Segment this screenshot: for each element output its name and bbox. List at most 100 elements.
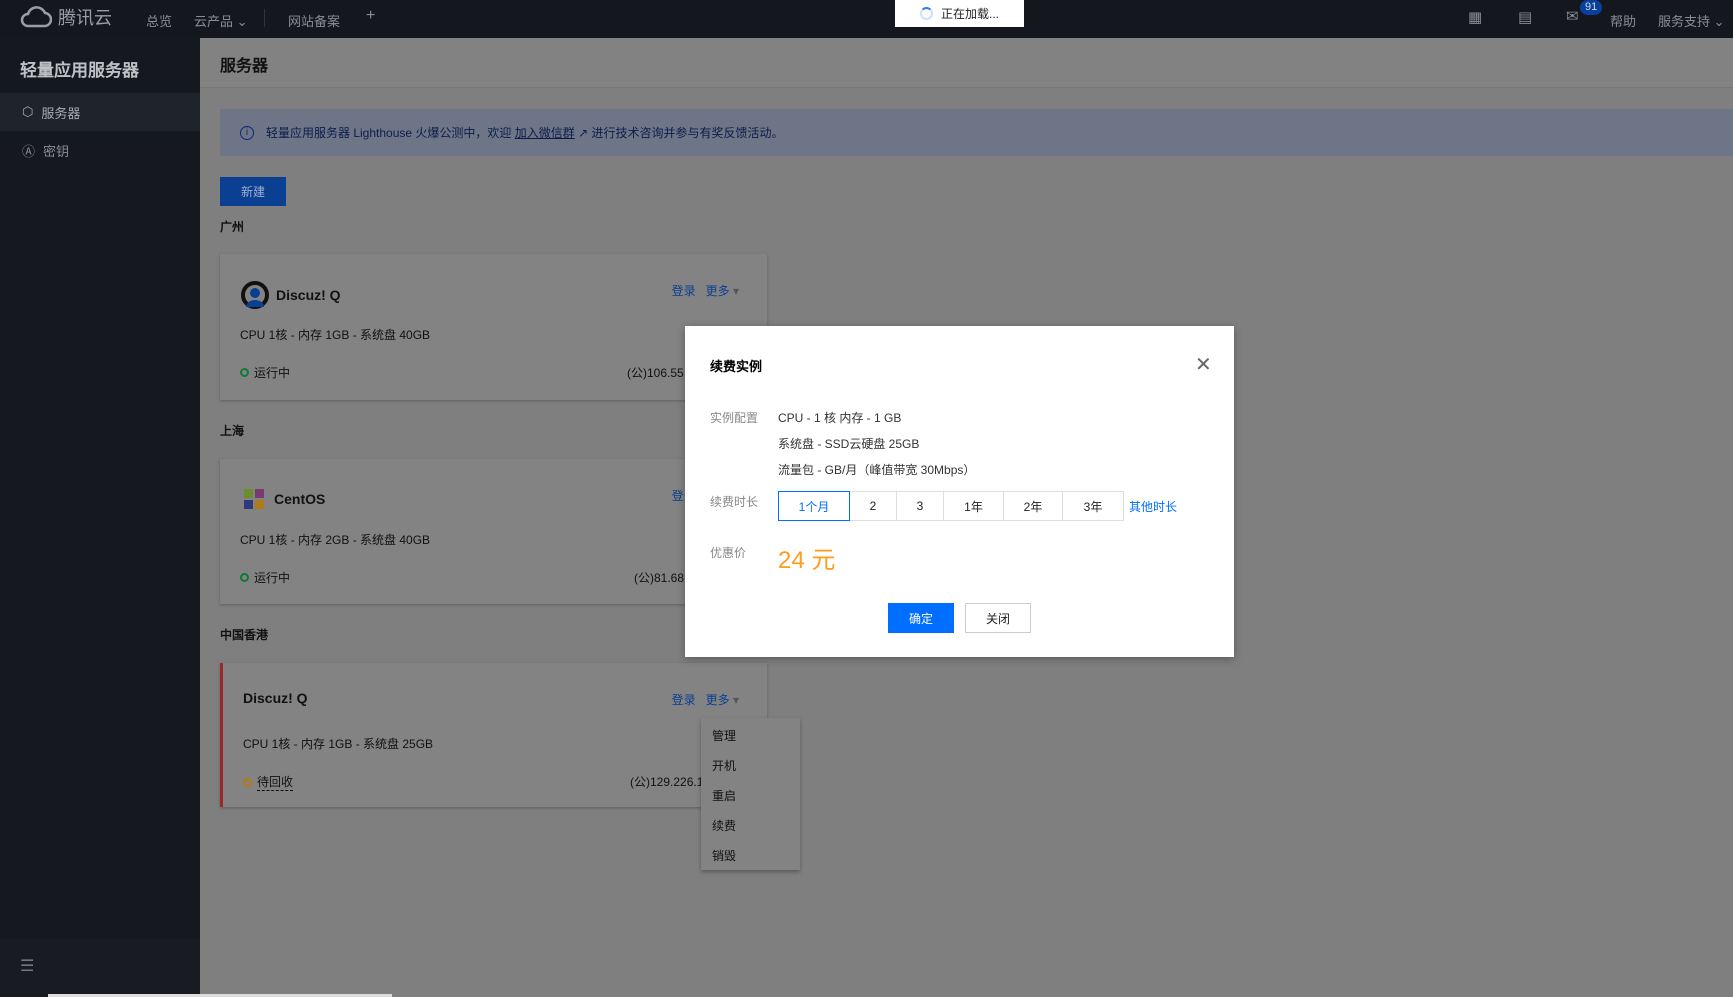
duration-label: 续费时长 (710, 495, 759, 509)
config-label: 实例配置 (710, 411, 759, 425)
menu-item-manage[interactable]: 管理 (701, 724, 800, 754)
chevron-down-icon: ⌄ (236, 14, 248, 29)
banner-text: 轻量应用服务器 Lighthouse 火爆公测中，欢迎 加入微信群 ↗ 进行技术… (266, 124, 784, 141)
status-text: 运行中 (254, 366, 291, 380)
instance-status: 运行中 (240, 569, 290, 586)
instance-name: Discuz! Q (240, 280, 341, 310)
menu-collapse-icon: ☰ (20, 958, 35, 975)
instance-name-text: Discuz! Q (276, 287, 341, 303)
new-instance-button[interactable]: 新建 (220, 177, 286, 206)
info-icon: i (240, 125, 254, 140)
top-nav-bar: 腾讯云 总览 云产品 ⌄ 网站备案 + ▦ ▤ ✉ 91 帮助 服务支持 ⌄ (0, 0, 1733, 38)
region-label: 上海 (220, 424, 245, 438)
menu-item-start[interactable]: 开机 (701, 754, 800, 784)
close-icon[interactable]: ✕ (1195, 352, 1212, 377)
config-cpu-memory: CPU - 1 核 内存 - 1 GB (778, 411, 902, 425)
discuz-logo-icon (241, 281, 269, 309)
login-link[interactable]: 登录 (672, 282, 696, 299)
region-label: 中国香港 (220, 628, 269, 642)
tencent-cloud-logo[interactable]: 腾讯云 (20, 4, 112, 30)
instance-name: Discuz! Q (243, 690, 308, 706)
add-shortcut-button[interactable]: + (366, 7, 375, 25)
instance-card: Discuz! Q 登录 更多 ▾ CPU 1核 - 内存 1GB - 系统盘 2… (220, 663, 767, 807)
instance-name: CentOS (240, 485, 325, 513)
menu-item-destroy[interactable]: 销毁 (701, 844, 800, 874)
collapse-sidebar-button[interactable]: ☰ (0, 939, 200, 997)
nav-products-label: 云产品 (194, 14, 234, 29)
more-menu[interactable]: 更多 ▾ (706, 691, 739, 708)
brand-name: 腾讯云 (58, 8, 112, 28)
sidebar-item-keys[interactable]: Ⓐ 密钥 (0, 131, 200, 169)
page-title: 服务器 (220, 58, 269, 75)
status-dot-icon (243, 777, 252, 787)
nav-icp[interactable]: 网站备案 (288, 11, 340, 30)
mail-badge: 91 (1580, 0, 1603, 15)
price-value: 24 元 (778, 547, 836, 574)
status-text: 运行中 (254, 571, 291, 585)
status-text[interactable]: 待回收 (257, 773, 294, 791)
instance-name-text: CentOS (274, 491, 326, 507)
loading-toast: 正在加载... (895, 0, 1024, 27)
renew-instance-dialog: 续费实例 ✕ 实例配置 CPU - 1 核 内存 - 1 GB 系统盘 - SS… (685, 326, 1234, 657)
status-dot-icon (240, 573, 249, 582)
region-label: 广州 (220, 220, 245, 234)
duration-option-1-year[interactable]: 1年 (944, 491, 1004, 521)
chevron-down-icon: ⌄ (1713, 14, 1725, 29)
nav-overview[interactable]: 总览 (146, 11, 172, 30)
duration-option-3-years[interactable]: 3年 (1063, 491, 1124, 521)
price-label: 优惠价 (710, 546, 747, 560)
instance-name-text: Discuz! Q (243, 690, 308, 706)
nav-divider (264, 9, 265, 27)
spinner-icon (919, 7, 933, 20)
close-button[interactable]: 关闭 (965, 603, 1031, 633)
nav-products[interactable]: 云产品 ⌄ (194, 11, 248, 30)
help-link[interactable]: 帮助 (1610, 11, 1636, 30)
caret-down-icon: ▾ (732, 693, 739, 707)
more-dropdown-menu: 管理 开机 重启 续费 销毁 (701, 718, 800, 870)
public-ip: (公)129.226.1 (630, 775, 704, 789)
config-traffic: 流量包 - GB/月（峰值带宽 30Mbps） (778, 463, 976, 477)
duration-option-2-years[interactable]: 2年 (1004, 491, 1063, 521)
sidebar: 轻量应用服务器 ⬡ 服务器 Ⓐ 密钥 ☰ (0, 38, 200, 997)
mail-icon[interactable]: ✉ (1566, 7, 1579, 25)
support-menu[interactable]: 服务支持 ⌄ (1658, 11, 1725, 30)
key-icon: Ⓐ (22, 143, 36, 159)
public-ip: (公)81.68 (634, 571, 685, 585)
centos-logo-icon (244, 489, 264, 509)
login-link[interactable]: 登录 (672, 691, 696, 708)
duration-option-3-months[interactable]: 3 (897, 491, 944, 521)
status-dot-icon (240, 368, 249, 377)
instance-status: 待回收 (243, 773, 294, 791)
instance-status: 运行中 (240, 364, 290, 381)
instance-spec: CPU 1核 - 内存 2GB - 系统盘 40GB (240, 533, 431, 547)
duration-selector: 1个月 2 3 1年 2年 3年 (778, 491, 1124, 521)
info-banner: i 轻量应用服务器 Lighthouse 火爆公测中，欢迎 加入微信群 ↗ 进行… (220, 109, 1733, 156)
config-disk: 系统盘 - SSD云硬盘 25GB (778, 437, 920, 451)
duration-option-1-month[interactable]: 1个月 (778, 491, 850, 521)
cloud-icon (20, 6, 52, 28)
banner-text-after: 进行技术咨询并参与有奖反馈活动。 (591, 126, 784, 140)
more-menu[interactable]: 更多 ▾ (706, 282, 739, 299)
external-link-icon: ↗ (578, 126, 589, 140)
qrcode-icon[interactable]: ▦ (1468, 8, 1482, 26)
more-label: 更多 (705, 284, 730, 298)
dialog-title: 续费实例 (710, 359, 763, 374)
instance-spec: CPU 1核 - 内存 1GB - 系统盘 40GB (240, 328, 431, 342)
duration-option-2-months[interactable]: 2 (850, 491, 897, 521)
support-label: 服务支持 (1658, 14, 1711, 29)
other-duration-link[interactable]: 其他时长 (1129, 498, 1177, 515)
cube-icon: ⬡ (22, 104, 34, 119)
banner-text-before: 轻量应用服务器 Lighthouse 火爆公测中，欢迎 (266, 126, 512, 140)
sidebar-item-label: 密钥 (43, 143, 70, 159)
confirm-button[interactable]: 确定 (888, 603, 954, 633)
instance-spec: CPU 1核 - 内存 1GB - 系统盘 25GB (243, 737, 434, 751)
menu-item-restart[interactable]: 重启 (701, 784, 800, 814)
sidebar-title: 轻量应用服务器 (20, 61, 139, 80)
document-icon[interactable]: ▤ (1518, 8, 1532, 26)
sidebar-item-servers[interactable]: ⬡ 服务器 (0, 93, 200, 131)
page-header: 服务器 (200, 38, 1733, 88)
loading-text: 正在加载... (940, 7, 999, 21)
join-wechat-link[interactable]: 加入微信群 (515, 126, 575, 140)
caret-down-icon: ▾ (732, 284, 739, 298)
menu-item-renew[interactable]: 续费 (701, 814, 800, 844)
